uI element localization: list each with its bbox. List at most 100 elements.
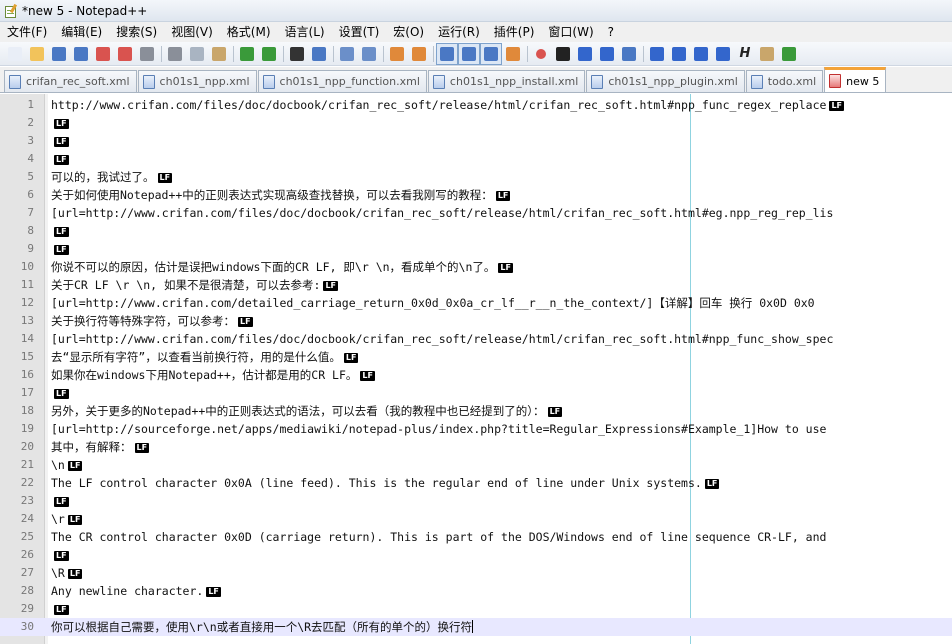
line-text[interactable]: 另外，关于更多的Notepad++中的正则表达式的语法，可以去看（我的教程中也已…: [51, 402, 563, 420]
line-text[interactable]: 关于CR LF \r \n, 如果不是很清楚，可以去参考: LF: [51, 276, 338, 294]
close-button[interactable]: [92, 43, 114, 65]
line-text[interactable]: 可以的，我试过了。 LF: [51, 168, 173, 186]
move-down-button[interactable]: [690, 43, 712, 65]
line-text[interactable]: Any newline character. LF: [51, 582, 221, 600]
zoom-out-button[interactable]: [358, 43, 380, 65]
file-tab[interactable]: ch01s1_npp.xml: [137, 70, 257, 92]
line-text[interactable]: [url=http://www.crifan.com/files/doc/doc…: [51, 204, 833, 222]
file-tab[interactable]: ch01s1_npp_install.xml: [427, 70, 586, 92]
menu-item-11[interactable]: ?: [601, 22, 621, 42]
editor-line[interactable]: 21 \n LF: [0, 456, 952, 474]
save-all-button[interactable]: [70, 43, 92, 65]
menu-item-0[interactable]: 文件(F): [0, 22, 54, 42]
user-lang-button[interactable]: [502, 43, 524, 65]
line-text[interactable]: The CR control character 0x0D (carriage …: [51, 528, 826, 546]
menu-item-7[interactable]: 宏(O): [386, 22, 431, 42]
line-text[interactable]: LF: [51, 600, 69, 618]
sync-vertical-button[interactable]: [386, 43, 408, 65]
line-text[interactable]: LF: [51, 492, 69, 510]
menu-item-2[interactable]: 搜索(S): [109, 22, 164, 42]
copy-button[interactable]: [186, 43, 208, 65]
line-text[interactable]: LF: [51, 222, 69, 240]
open-file-button[interactable]: [26, 43, 48, 65]
close-all-button[interactable]: [114, 43, 136, 65]
line-text[interactable]: 关于换行符等特殊字符，可以参考： LF: [51, 312, 253, 330]
line-text[interactable]: [url=http://sourceforge.net/apps/mediawi…: [51, 420, 826, 438]
doc-map-button[interactable]: [756, 43, 778, 65]
hide-lines-button[interactable]: [646, 43, 668, 65]
spell-check-button[interactable]: [778, 43, 800, 65]
word-wrap-button[interactable]: [436, 42, 458, 65]
menu-item-4[interactable]: 格式(M): [220, 22, 278, 42]
line-text[interactable]: 去“显示所有字符”，以查看当前换行符，用的是什么值。 LF: [51, 348, 359, 366]
line-text[interactable]: 关于如何使用Notepad++中的正则表达式实现高级查找替换，可以去看我刚写的教…: [51, 186, 511, 204]
menu-item-6[interactable]: 设置(T): [332, 22, 387, 42]
editor-line[interactable]: 22 The LF control character 0x0A (line fe…: [0, 474, 952, 492]
editor-line[interactable]: 28 Any newline character. LF: [0, 582, 952, 600]
line-text[interactable]: 你可以根据自己需要，使用\r\n或者直接用一个\R去匹配（所有的单个的）换行符: [51, 618, 474, 636]
editor-line[interactable]: 3 LF: [0, 132, 952, 150]
editor-line[interactable]: 6 关于如何使用Notepad++中的正则表达式实现高级查找替换，可以去看我刚写的…: [0, 186, 952, 204]
file-tab[interactable]: todo.xml: [745, 70, 824, 92]
line-text[interactable]: [url=http://www.crifan.com/files/doc/doc…: [51, 330, 833, 348]
editor-line[interactable]: 11 关于CR LF \r \n, 如果不是很清楚，可以去参考: LF: [0, 276, 952, 294]
editor-area[interactable]: 1 http://www.crifan.com/files/doc/docbook…: [0, 94, 952, 644]
line-text[interactable]: LF: [51, 150, 69, 168]
line-text[interactable]: \n LF: [51, 456, 83, 474]
menu-item-9[interactable]: 插件(P): [487, 22, 542, 42]
file-tab[interactable]: new 5: [824, 67, 887, 92]
undo-button[interactable]: [236, 43, 258, 65]
indent-guide-button[interactable]: [480, 42, 502, 65]
editor-line[interactable]: 12 [url=http://www.crifan.com/detailed_ca…: [0, 294, 952, 312]
sort-button[interactable]: [712, 43, 734, 65]
menu-item-3[interactable]: 视图(V): [164, 22, 220, 42]
editor-line[interactable]: 24 \r LF: [0, 510, 952, 528]
editor-line[interactable]: 17 LF: [0, 384, 952, 402]
new-file-button[interactable]: [4, 43, 26, 65]
line-text[interactable]: 其中，有解释： LF: [51, 438, 150, 456]
editor-line[interactable]: 7 [url=http://www.crifan.com/files/doc/do…: [0, 204, 952, 222]
editor-line[interactable]: 1 http://www.crifan.com/files/doc/docbook…: [0, 96, 952, 114]
file-tab[interactable]: crifan_rec_soft.xml: [4, 70, 137, 92]
print-button[interactable]: [136, 43, 158, 65]
redo-button[interactable]: [258, 43, 280, 65]
editor-line[interactable]: 13 关于换行符等特殊字符，可以参考： LF: [0, 312, 952, 330]
line-text[interactable]: 你说不可以的原因，估计是误把windows下面的CR LF, 即\r \n，看成…: [51, 258, 513, 276]
file-tab[interactable]: ch01s1_npp_function.xml: [257, 70, 427, 92]
line-text[interactable]: LF: [51, 114, 69, 132]
menu-item-10[interactable]: 窗口(W): [541, 22, 600, 42]
play-multiple-macro-button[interactable]: [596, 43, 618, 65]
editor-line[interactable]: 29 LF: [0, 600, 952, 618]
editor-line[interactable]: 10 你说不可以的原因，估计是误把windows下面的CR LF, 即\r \n，…: [0, 258, 952, 276]
editor-line[interactable]: 18 另外，关于更多的Notepad++中的正则表达式的语法，可以去看（我的教程中…: [0, 402, 952, 420]
line-text[interactable]: http://www.crifan.com/files/doc/docbook/…: [51, 96, 845, 114]
h-button[interactable]: H: [734, 43, 756, 65]
line-text[interactable]: 如果你在windows下用Notepad++，估计都是用的CR LF。 LF: [51, 366, 375, 384]
paste-button[interactable]: [208, 43, 230, 65]
save-button[interactable]: [48, 43, 70, 65]
menu-item-1[interactable]: 编辑(E): [54, 22, 109, 42]
editor-line[interactable]: 2 LF: [0, 114, 952, 132]
editor-line[interactable]: 26 LF: [0, 546, 952, 564]
editor-line[interactable]: 4 LF: [0, 150, 952, 168]
line-text[interactable]: \R LF: [51, 564, 83, 582]
move-up-button[interactable]: [668, 43, 690, 65]
stop-macro-button[interactable]: [552, 43, 574, 65]
editor-line[interactable]: 9 LF: [0, 240, 952, 258]
record-macro-button[interactable]: [530, 43, 552, 65]
file-tab[interactable]: ch01s1_npp_plugin.xml: [586, 70, 745, 92]
zoom-in-button[interactable]: [336, 43, 358, 65]
line-text[interactable]: \r LF: [51, 510, 83, 528]
editor-line[interactable]: 14 [url=http://www.crifan.com/files/doc/d…: [0, 330, 952, 348]
line-text[interactable]: [url=http://www.crifan.com/detailed_carr…: [51, 294, 815, 312]
line-text[interactable]: The LF control character 0x0A (line feed…: [51, 474, 720, 492]
editor-line[interactable]: 15 去“显示所有字符”，以查看当前换行符，用的是什么值。 LF: [0, 348, 952, 366]
save-macro-button[interactable]: [618, 43, 640, 65]
editor-line[interactable]: 30 你可以根据自己需要，使用\r\n或者直接用一个\R去匹配（所有的单个的）换行…: [0, 618, 952, 636]
replace-button[interactable]: [308, 43, 330, 65]
line-text[interactable]: LF: [51, 384, 69, 402]
editor-line[interactable]: 23 LF: [0, 492, 952, 510]
menu-item-8[interactable]: 运行(R): [431, 22, 487, 42]
menu-item-5[interactable]: 语言(L): [278, 22, 332, 42]
editor-line[interactable]: 19 [url=http://sourceforge.net/apps/media…: [0, 420, 952, 438]
